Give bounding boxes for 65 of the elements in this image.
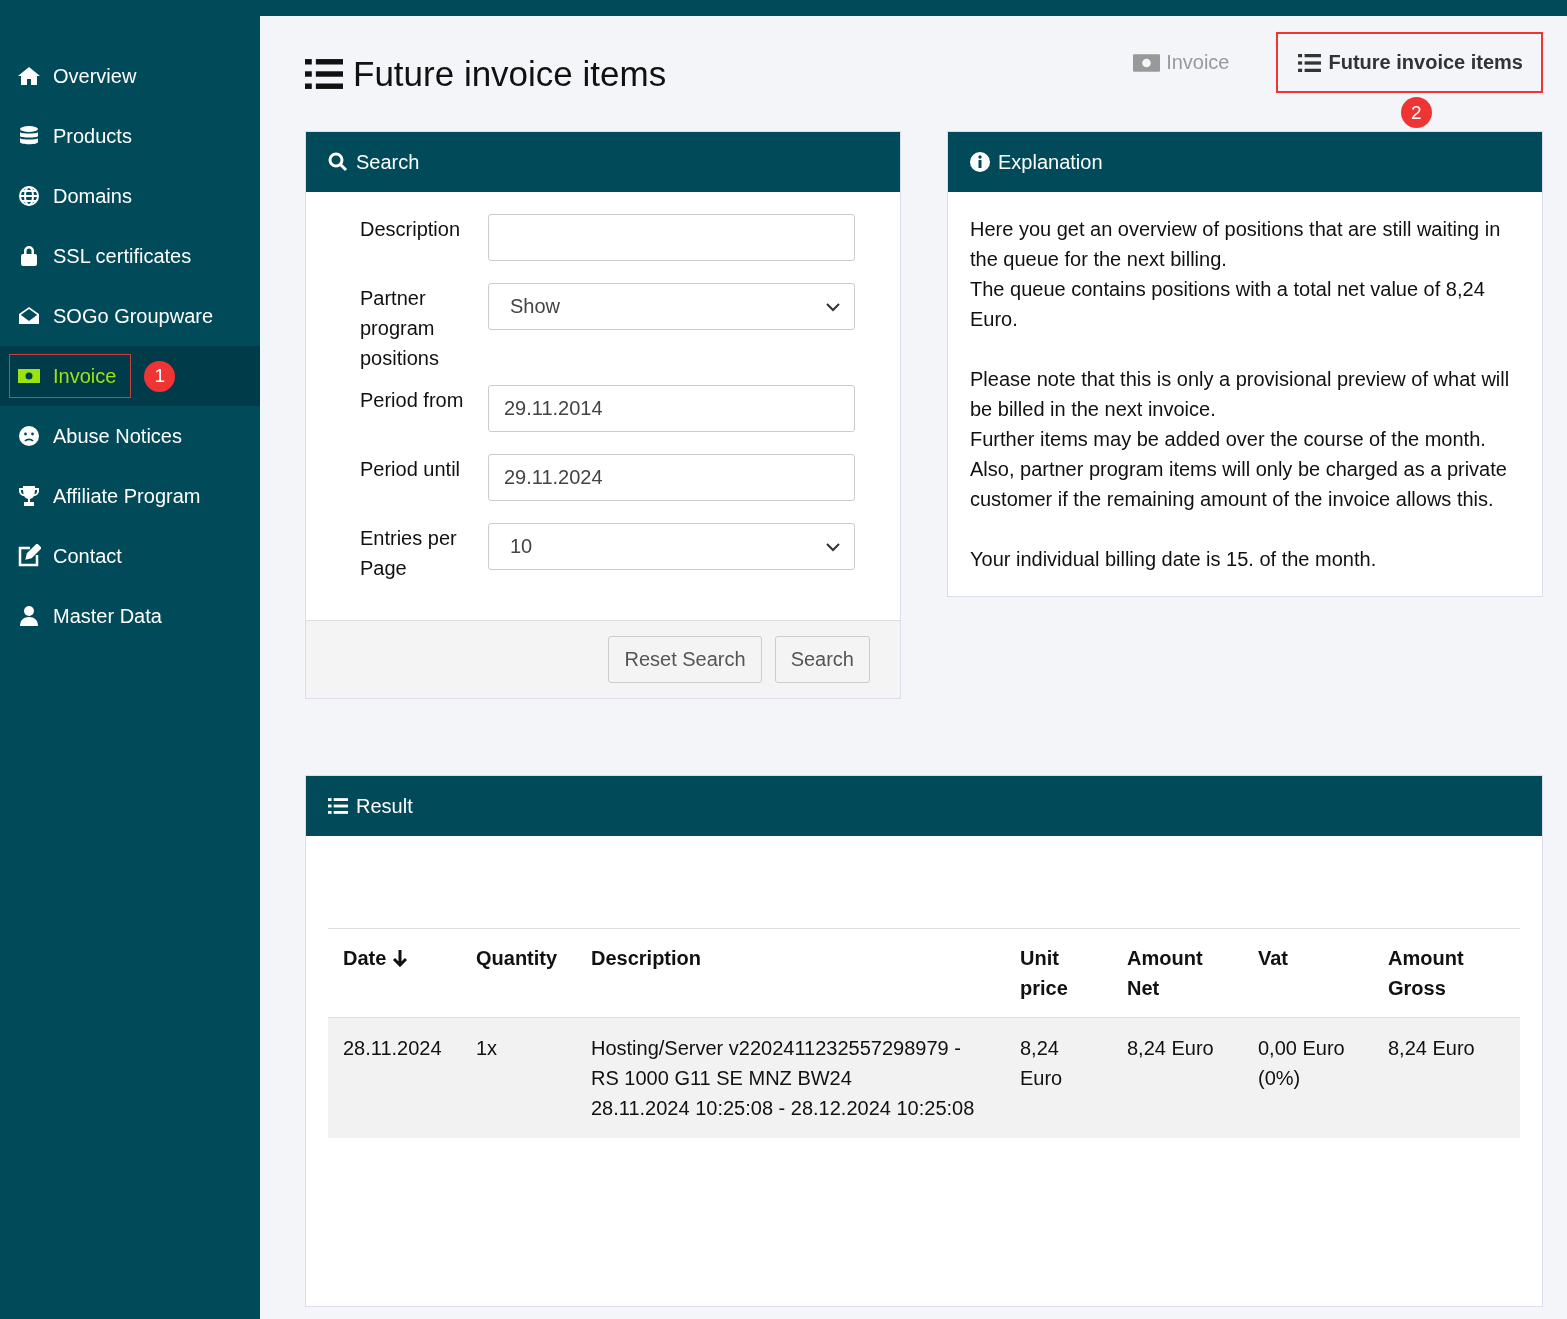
sidebar-item[interactable]: Products [9,114,147,158]
explanation-text: Your individual billing date is 15. of the month. [970,547,1378,572]
table-cell: 1x [476,1037,498,1059]
explanation-text: Further items may be added over the course of the month. [970,427,1487,452]
chevron-down-icon [826,541,840,552]
sad-face-icon [17,424,41,448]
tab[interactable]: Future invoice items [1275,32,1543,93]
list-icon [328,796,348,816]
info-icon [970,152,990,172]
edit-icon [17,544,41,568]
column-header[interactable]: Amount Gross [1388,943,1505,1003]
explanation-text: The queue contains positions with a total net value of 8,24 Euro. [970,277,1486,332]
field-label: Period until [360,457,462,482]
search-icon [328,152,348,172]
column-header[interactable]: Amount Net [1127,943,1228,1003]
sidebar-item[interactable]: Abuse Notices [9,414,197,458]
column-header[interactable]: Unit price [1020,943,1097,1003]
table-cell: 0,00 Euro (0%) [1258,1037,1345,1089]
panel-title: Explanation [998,150,1103,174]
table-cell: 8,24 Euro [1127,1037,1214,1059]
explanation-text: Here you get an overview of positions that are still waiting in the queue for the next billing. [970,217,1502,272]
sidebar-item[interactable]: Domains [9,174,147,218]
panel-title: Result [356,794,413,818]
field-label: Description [360,217,462,242]
input-field[interactable]: 29.11.2024 [488,454,855,501]
page-title: Future invoice items [353,54,667,94]
table-cell: 8,24 Euro [1020,1037,1063,1089]
reset-button[interactable]: Reset Search [608,636,762,683]
sidebar-item[interactable]: SSL certificates [9,234,207,278]
sidebar-item[interactable]: Contact [9,534,137,578]
trophy-icon [17,484,41,508]
list-icon [305,58,343,90]
panel-title: Search [356,150,420,174]
column-header[interactable]: Vat [1258,943,1289,973]
field-label: Partner program positions [360,286,440,371]
explanation-text: Please note that this is only a provisional preview of what will be billed in the next invoice. [970,367,1510,422]
input-field[interactable]: 29.11.2014 [488,385,855,432]
explanation-text: Also, partner program items will only be charged as a private customer if the remaining amount of the invoice allows this. [970,457,1508,512]
list-icon [1295,53,1323,72]
column-header[interactable]: Quantity [476,943,558,973]
chevron-down-icon [826,301,840,312]
sidebar-item[interactable]: SOGo Groupware [9,294,229,338]
table-cell: 28.11.2024 [343,1037,442,1059]
sidebar-item[interactable]: Master Data [9,594,177,638]
user-icon [17,604,41,628]
search-button[interactable]: Search [774,636,870,683]
dropdown[interactable]: 10 [488,523,855,570]
table-cell-text: Hosting/Server v2202411232557298979 - RS 1000 G11 SE MNZ BW24 [591,1036,962,1091]
field-label: Entries per Page [360,526,458,581]
table-cell-text: 28.11.2024 10:25:08 - 28.12.2024 10:25:08 [591,1096,976,1121]
sidebar-item[interactable]: Invoice [9,354,132,398]
sidebar-item[interactable]: Affiliate Program [9,474,216,518]
globe-icon [17,184,41,208]
step-badge: 1 [144,360,176,392]
field-label: Period from [360,388,465,413]
column-header[interactable]: Date [343,943,409,973]
table-cell: 8,24 Euro [1388,1037,1475,1059]
input-field[interactable] [488,214,855,261]
banknote-icon [1133,53,1161,72]
arrow-down-icon [392,949,409,967]
sidebar-item[interactable]: Overview [9,54,152,98]
column-header[interactable]: Description [591,943,702,973]
dropdown[interactable]: Show [488,283,855,330]
home-icon [17,64,41,88]
step-badge: 2 [1400,97,1432,128]
